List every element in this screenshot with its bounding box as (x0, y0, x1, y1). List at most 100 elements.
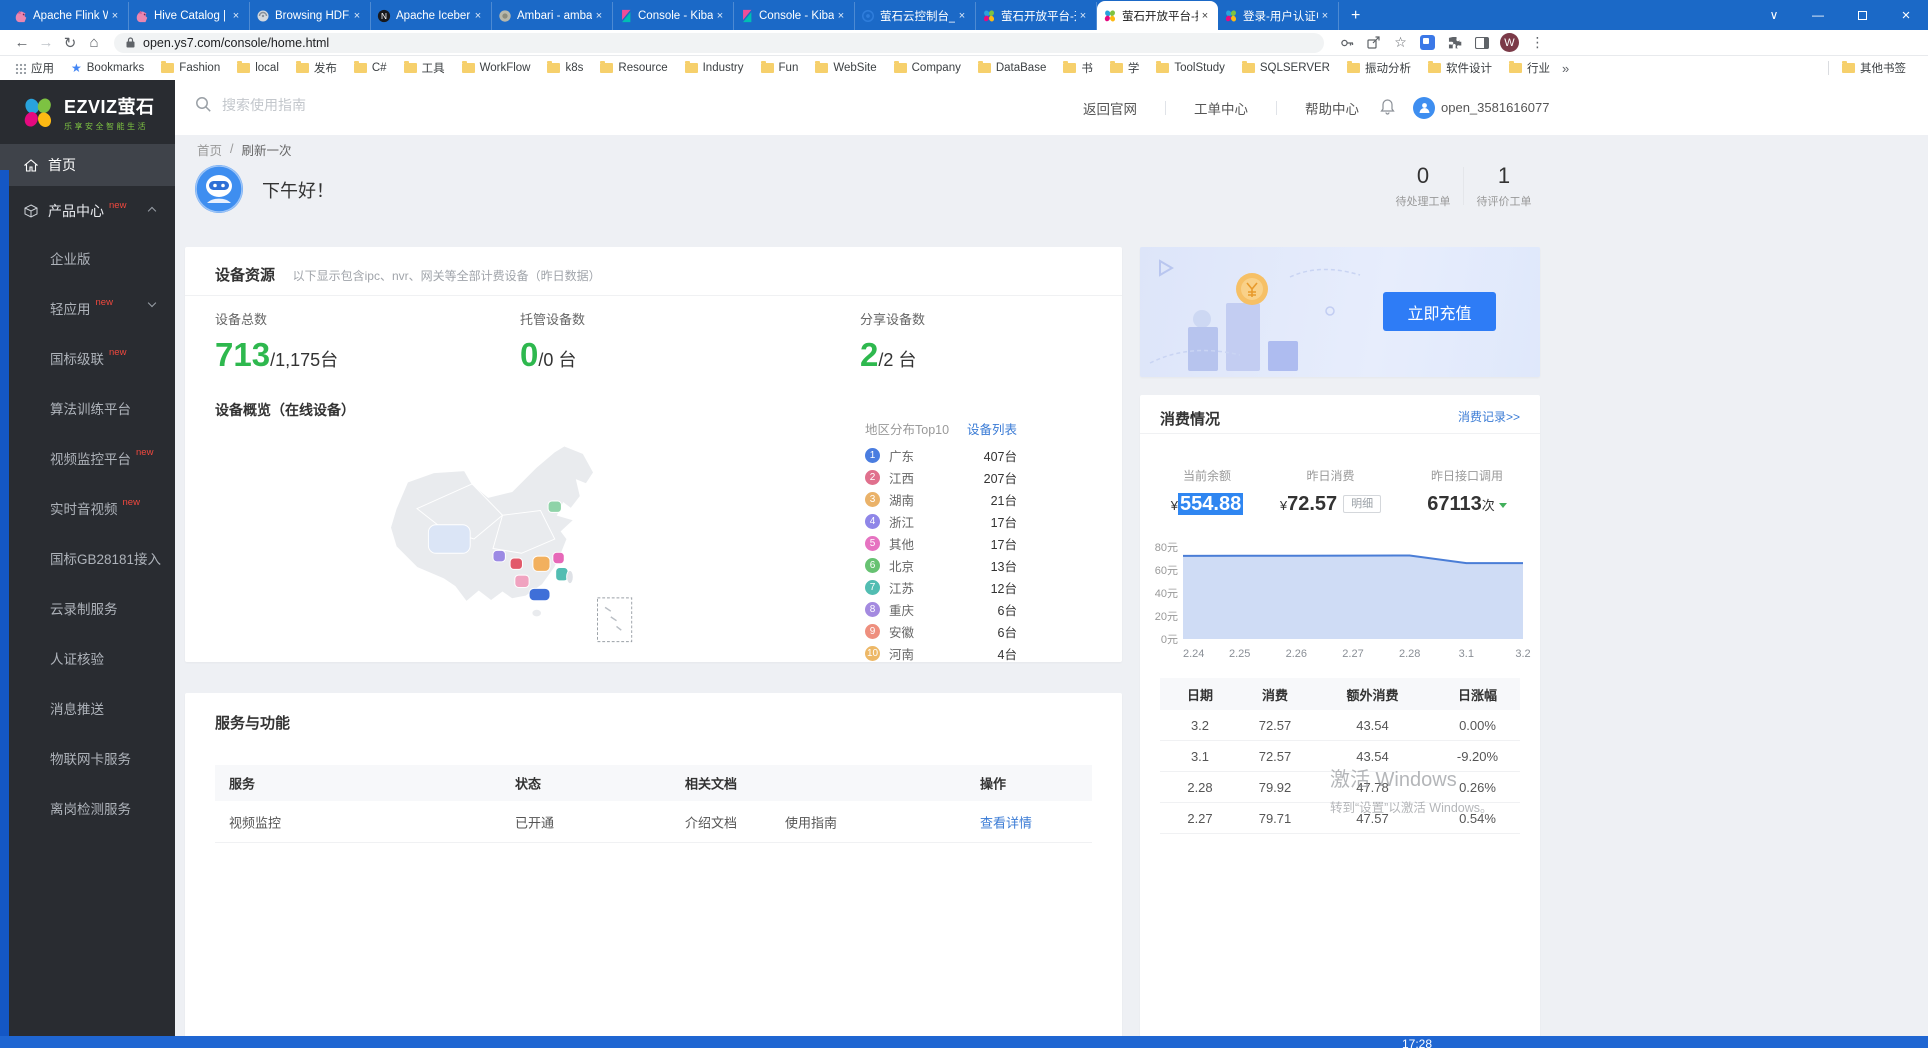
back-icon[interactable]: ← (10, 34, 34, 51)
bookmark-star-icon[interactable]: ☆ (1392, 34, 1409, 51)
browser-tab[interactable]: Hive Catalog |× (129, 2, 250, 30)
apps-shortcut[interactable]: 应用 (10, 58, 59, 78)
browser-tab[interactable]: Apache Flink W× (8, 2, 129, 30)
bookmark-item[interactable]: 振动分析 (1342, 58, 1416, 78)
bookmark-item[interactable]: 发布 (291, 58, 342, 78)
home-icon[interactable]: ⌂ (82, 34, 106, 51)
ticket-stat[interactable]: 1待评价工单 (1466, 163, 1542, 209)
search-input[interactable] (222, 97, 642, 113)
tab-close-icon[interactable]: × (229, 10, 243, 22)
bookmark-item[interactable]: 书 (1058, 58, 1098, 78)
side-panel-icon[interactable] (1473, 34, 1490, 51)
tab-close-icon[interactable]: × (1198, 10, 1212, 22)
topbar-link[interactable]: 返回官网 (1055, 98, 1165, 118)
minimize-icon[interactable]: — (1796, 0, 1840, 30)
browser-tab[interactable]: Console - Kiba× (613, 2, 734, 30)
key-icon[interactable] (1338, 34, 1355, 51)
reload-icon[interactable]: ↻ (58, 34, 82, 52)
sidebar-item[interactable]: 轻应用new (0, 283, 175, 333)
browser-tab[interactable]: 萤石云控制台_E× (855, 2, 976, 30)
other-bookmarks[interactable]: 其他书签 (1837, 58, 1911, 78)
tab-close-icon[interactable]: × (1318, 10, 1332, 22)
sidebar-item-home[interactable]: 首页 (0, 144, 175, 186)
bookmark-item[interactable]: Fashion (156, 60, 225, 76)
bookmark-item[interactable]: Resource (595, 60, 672, 76)
browser-tab[interactable]: Console - Kiba× (734, 2, 855, 30)
maximize-icon[interactable] (1840, 0, 1884, 30)
bookmark-item[interactable]: C# (349, 60, 392, 76)
consumption-records-link[interactable]: 消费记录>> (1458, 408, 1520, 425)
translate-icon[interactable] (1419, 34, 1436, 51)
extensions-puzzle-icon[interactable] (1446, 34, 1463, 51)
forward-icon[interactable]: → (34, 34, 58, 51)
browser-tab[interactable]: Ambari - amba× (492, 2, 613, 30)
bell-icon[interactable] (1380, 98, 1395, 118)
tab-close-icon[interactable]: × (108, 10, 122, 22)
sidebar-item[interactable]: 人证核验 (0, 633, 175, 683)
browser-tab[interactable]: 登录-用户认证中× (1218, 2, 1339, 30)
bookmark-item[interactable]: Company (889, 60, 966, 76)
browser-tab[interactable]: 萤石开放平台-开× (976, 2, 1097, 30)
ezviz-logo[interactable]: EZVIZ萤石 乐享安全智能生活 (0, 80, 175, 144)
bookmark-item[interactable]: SQLSERVER (1237, 60, 1335, 76)
new-tab-button[interactable]: + (1339, 2, 1372, 30)
china-map-chart[interactable] (345, 425, 660, 653)
username[interactable]: open_3581616077 (1441, 100, 1549, 115)
address-bar[interactable]: open.ys7.com/console/home.html (114, 33, 1324, 53)
breadcrumb-root[interactable]: 首页 (197, 140, 222, 159)
bookmark-item[interactable]: WebSite (810, 60, 881, 76)
region-row: 5其他17台 (865, 533, 1017, 554)
menu-dots-icon[interactable]: ⋮ (1529, 34, 1546, 51)
sidebar-item[interactable]: 企业版 (0, 233, 175, 283)
browser-profile-avatar[interactable]: W (1500, 33, 1519, 52)
tab-close-icon[interactable]: × (471, 10, 485, 22)
view-details-link[interactable]: 查看详情 (980, 812, 1032, 831)
topbar-link[interactable]: 帮助中心 (1277, 98, 1387, 118)
caret-down-icon[interactable] (1499, 503, 1507, 508)
bookmark-item[interactable]: 学 (1105, 58, 1145, 78)
bookmark-item[interactable]: ToolStudy (1151, 60, 1230, 76)
tab-close-icon[interactable]: × (834, 10, 848, 22)
sidebar-item[interactable]: 消息推送 (0, 683, 175, 733)
topbar-link[interactable]: 工单中心 (1166, 98, 1276, 118)
tab-close-icon[interactable]: × (955, 10, 969, 22)
tab-close-icon[interactable]: × (350, 10, 364, 22)
browser-tab[interactable]: 萤石开放平台-接× (1097, 1, 1218, 30)
sidebar-item[interactable]: 离岗检测服务 (0, 783, 175, 833)
bookmark-item[interactable]: DataBase (973, 60, 1052, 76)
bookmark-item[interactable]: 工具 (399, 58, 450, 78)
tab-close-icon[interactable]: × (713, 10, 727, 22)
bookmarks-overflow-icon[interactable]: » (1562, 61, 1569, 76)
spend-area-chart[interactable]: 0元20元40元60元80元2.242.252.262.272.283.13.2 (1140, 535, 1540, 663)
detail-tag[interactable]: 明细 (1343, 495, 1381, 513)
bookmark-item[interactable]: 软件设计 (1423, 58, 1497, 78)
sidebar-item[interactable]: 算法训练平台 (0, 383, 175, 433)
bookmark-item[interactable]: 行业 (1504, 58, 1555, 78)
bookmark-item[interactable]: Fun (756, 60, 804, 76)
ticket-stat[interactable]: 0待处理工单 (1385, 163, 1461, 209)
sidebar-item-product-center[interactable]: 产品中心 new (0, 189, 175, 233)
tab-search-icon[interactable]: ∨ (1752, 0, 1796, 30)
sidebar-item[interactable]: 实时音视频new (0, 483, 175, 533)
device-list-link[interactable]: 设备列表 (967, 419, 1017, 438)
sidebar-item[interactable]: 国标级联new (0, 333, 175, 383)
sidebar-item[interactable]: 视频监控平台new (0, 433, 175, 483)
service-doc-link[interactable]: 介绍文档 (685, 812, 737, 831)
tab-close-icon[interactable]: × (592, 10, 606, 22)
bookmarks-shortcut[interactable]: ★Bookmarks (66, 59, 149, 77)
recharge-button[interactable]: 立即充值 (1383, 292, 1496, 331)
bookmark-item[interactable]: WorkFlow (457, 60, 536, 76)
bookmark-item[interactable]: Industry (680, 60, 749, 76)
browser-tab[interactable]: NApache Iceber× (371, 2, 492, 30)
browser-tab[interactable]: Browsing HDFS× (250, 2, 371, 30)
sidebar-item[interactable]: 国标GB28181接入 (0, 533, 175, 583)
share-icon[interactable] (1365, 34, 1382, 51)
bookmark-item[interactable]: local (232, 60, 284, 76)
tab-close-icon[interactable]: × (1076, 10, 1090, 22)
topbar-user[interactable]: open_3581616077 (1380, 80, 1549, 135)
bookmark-item[interactable]: k8s (542, 60, 588, 76)
close-icon[interactable]: × (1884, 0, 1928, 30)
sidebar-item[interactable]: 云录制服务 (0, 583, 175, 633)
service-guide-link[interactable]: 使用指南 (785, 812, 837, 831)
sidebar-item[interactable]: 物联网卡服务 (0, 733, 175, 783)
